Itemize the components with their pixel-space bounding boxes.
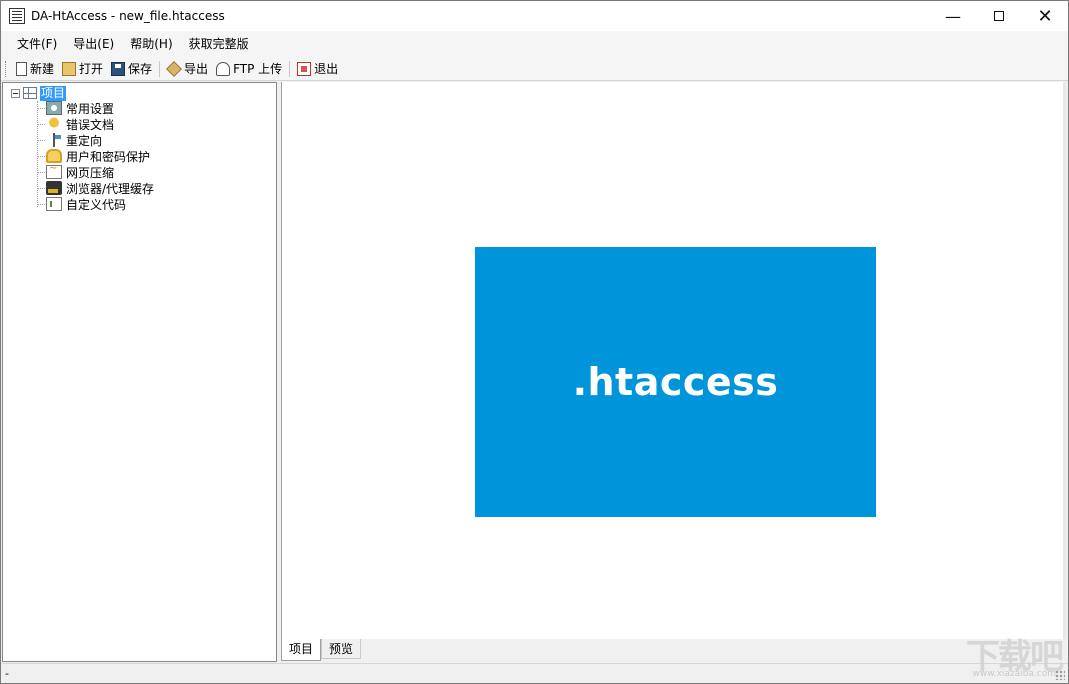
project-tree[interactable]: 项目 常用设置 错误文档 重定向 用户和密码保护 网页压缩 [2,82,277,662]
code-icon [46,197,62,211]
tree-item-custom-code[interactable]: 自定义代码 [37,196,126,212]
app-window: DA-HtAccess - new_file.htaccess — ✕ 文件(F… [0,0,1069,684]
window-title: DA-HtAccess - new_file.htaccess [31,9,225,23]
tab-bar: 项目 预览 [281,639,1066,661]
tree-connector [37,123,45,125]
open-folder-icon [62,61,77,76]
tree-connector [37,107,45,109]
redirect-icon [46,133,62,147]
app-icon [9,8,25,24]
close-button[interactable]: ✕ [1022,1,1068,31]
tree-connector [37,187,45,189]
ftp-upload-button[interactable]: FTP 上传 [212,59,286,79]
tree-item-label: 用户和密码保护 [66,149,151,164]
toolbar-grip[interactable] [5,60,8,77]
banner-text: .htaccess [572,360,779,404]
window-controls: — ✕ [930,1,1068,31]
export-box-icon [166,60,182,77]
close-icon: ✕ [1037,5,1053,27]
export-button-label: 导出 [184,62,209,76]
tree-item-label: 常用设置 [66,101,115,116]
toolbar-separator [289,60,291,77]
tree-root-label: 项目 [40,85,67,101]
exit-button[interactable]: 退出 [293,59,342,79]
tree-item-password-protection[interactable]: 用户和密码保护 [37,148,150,164]
tree-item-error-documents[interactable]: 错误文档 [37,116,114,132]
maximize-button[interactable] [976,1,1022,31]
htaccess-banner: .htaccess [475,247,876,517]
exit-icon [297,61,312,76]
menu-bar: 文件(F) 导出(E) 帮助(H) 获取完整版 [1,31,1068,57]
collapse-icon[interactable] [11,88,20,98]
tree-connector [37,171,45,173]
status-bar: - [1,663,1068,683]
ftp-upload-button-label: FTP 上传 [233,62,283,76]
tree-connector [37,155,45,157]
content-panel: .htaccess [281,82,1066,639]
tab-preview[interactable]: 预览 [321,639,362,659]
toolbar: 新建 打开 保存 导出 FTP 上传 退出 [1,57,1068,81]
error-icon [46,117,62,131]
toolbar-separator [159,60,161,77]
exit-button-label: 退出 [314,62,339,76]
open-button[interactable]: 打开 [58,59,107,79]
save-button[interactable]: 保存 [107,59,156,79]
menu-file[interactable]: 文件(F) [9,33,65,55]
tab-project[interactable]: 项目 [281,639,322,661]
tree-item-compression[interactable]: 网页压缩 [37,163,115,180]
minimize-icon: — [945,6,961,26]
save-disk-icon [111,61,126,76]
new-button[interactable]: 新建 [12,59,58,79]
cloud-upload-icon [216,61,231,76]
tree-item-label: 重定向 [66,133,103,148]
lock-icon [46,149,62,163]
save-button-label: 保存 [128,62,153,76]
tree-item-common-settings[interactable]: 常用设置 [37,100,114,116]
maximize-icon [994,11,1004,21]
menu-help[interactable]: 帮助(H) [122,33,180,55]
compress-icon [46,163,62,179]
tree-item-label: 网页压缩 [66,165,115,180]
tree-item-redirect[interactable]: 重定向 [37,132,102,148]
tree-item-label: 自定义代码 [66,197,127,212]
content-scroll-edge [1063,82,1066,639]
menu-get-full-version[interactable]: 获取完整版 [181,33,257,55]
tree-item-cache[interactable]: 浏览器/代理缓存 [37,180,154,196]
new-button-label: 新建 [30,62,55,76]
status-text: - [5,667,9,680]
tree-connector [37,139,45,141]
title-bar: DA-HtAccess - new_file.htaccess — ✕ [1,1,1068,31]
project-grid-icon [23,87,37,99]
open-button-label: 打开 [79,62,104,76]
cache-icon [46,181,62,195]
tree-root-project[interactable]: 项目 [11,85,67,101]
tree-connector [37,203,45,205]
tree-item-label: 浏览器/代理缓存 [66,181,155,196]
tree-item-label: 错误文档 [66,117,115,132]
watermark-url: www.xiazaiba.com [972,669,1056,679]
export-button[interactable]: 导出 [163,59,212,79]
new-file-icon [16,61,27,76]
minimize-button[interactable]: — [930,1,976,31]
menu-export[interactable]: 导出(E) [65,33,122,55]
settings-icon [46,101,62,115]
